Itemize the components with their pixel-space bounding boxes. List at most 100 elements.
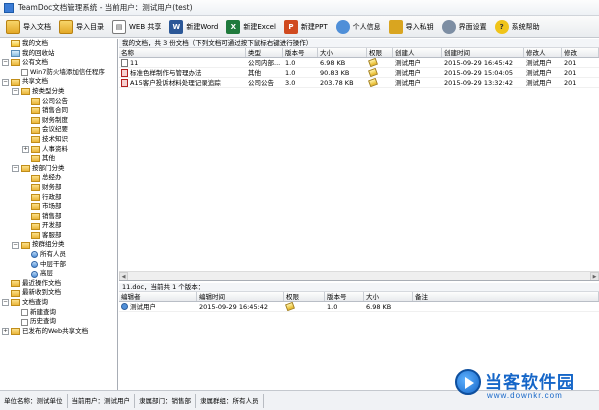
tree-item[interactable]: 总经办 — [0, 173, 117, 183]
column-header[interactable]: 大小 — [318, 48, 367, 57]
column-header[interactable]: 版本号 — [325, 292, 364, 301]
tree-item-label: 技术知识 — [42, 134, 68, 143]
column-header[interactable]: 类型 — [246, 48, 283, 57]
status-group: 隶属群组：所有人员 — [196, 393, 264, 408]
column-header[interactable]: 编辑者 — [119, 292, 197, 301]
folder-icon — [31, 107, 40, 115]
column-header[interactable]: 编辑时间 — [197, 292, 284, 301]
toolbar-button-4[interactable]: X 新建Excel — [224, 18, 278, 36]
word-icon: W — [169, 19, 184, 34]
toolbar-button-9[interactable]: ? 系统帮助 — [493, 18, 542, 36]
title-bar: TeamDoc文档管理系统 - 当前用户：测试用户(test) — [0, 0, 599, 16]
tree-item[interactable]: 所有人员 — [0, 250, 117, 260]
tree-item[interactable]: 会议纪要 — [0, 125, 117, 135]
tree-item[interactable]: 最新收到文档 — [0, 288, 117, 298]
column-header[interactable]: 备注 — [413, 292, 599, 301]
tree-item[interactable]: 财务部 — [0, 183, 117, 193]
tree-item[interactable]: 销售部 — [0, 212, 117, 222]
tree-item[interactable]: − 按群组分类 — [0, 240, 117, 250]
app-logo-icon — [4, 2, 14, 13]
tree-item-label: 其他 — [42, 154, 55, 163]
collapse-icon[interactable]: − — [12, 241, 19, 249]
tree-item[interactable]: + 人事资料 — [0, 145, 117, 155]
toolbar-button-0[interactable]: 导入文档 — [4, 18, 53, 36]
document-list-header: 我的文档，共 3 份文档（下列文档可通过按下鼠标右键进行操作） — [119, 39, 599, 48]
tree-item[interactable]: 新建查询 — [0, 308, 117, 318]
column-header[interactable]: 版本号 — [283, 48, 318, 57]
collapse-icon[interactable]: − — [12, 165, 19, 173]
tree-item[interactable]: − 共享文档 — [0, 77, 117, 87]
toolbar-button-3[interactable]: W 新建Word — [167, 18, 220, 36]
expand-icon[interactable]: + — [2, 328, 9, 336]
cell-text: 201 — [564, 68, 577, 77]
column-header[interactable]: 修改人 — [524, 48, 562, 57]
tree-item[interactable]: Win7防火墙添加信任程序 — [0, 68, 117, 78]
collapse-icon[interactable]: − — [2, 59, 9, 67]
table-cell: 2015-09-29 13:32:42 — [442, 78, 524, 87]
window-title: TeamDoc文档管理系统 - 当前用户：测试用户(test) — [18, 3, 193, 12]
tree-item[interactable]: 高层 — [0, 269, 117, 279]
table-cell: 1.0 — [283, 58, 318, 67]
toolbar-button-2[interactable]: ▤ WEB 共享 — [110, 18, 163, 36]
table-row[interactable]: A15客户投诉材料处理记录追踪 公司公告 3.0 203.78 KB 测试用户 2015-… — [119, 78, 599, 88]
table-row[interactable]: 测试用户 2015-09-29 16:45:42 1.0 6.98 KB — [119, 302, 599, 312]
document-icon — [21, 308, 28, 316]
tree-item[interactable]: − 公有文档 — [0, 58, 117, 68]
folder-icon — [31, 203, 40, 211]
tree-item[interactable]: 我的文档 — [0, 39, 117, 49]
toolbar-button-6[interactable]: 个人信息 — [334, 18, 383, 36]
tree-item[interactable]: 开发部 — [0, 221, 117, 231]
tree-item[interactable]: 中层干部 — [0, 260, 117, 270]
web-share-icon: ▤ — [112, 19, 126, 34]
table-row[interactable]: 标准色样制作与管理办法 其他 1.0 90.83 KB 测试用户 2015-09-29 1… — [119, 68, 599, 78]
document-list[interactable]: 名称 类型 版本号 大小 权限 创建人 创建时间 修改人 修改 11 公司内部... 1.0 6.98… — [119, 48, 599, 281]
column-header[interactable]: 权限 — [284, 292, 325, 301]
tree-item-label: 销售部 — [42, 211, 62, 220]
column-header[interactable]: 名称 — [119, 48, 246, 57]
tree-item[interactable]: + 已发布的Web共享文档 — [0, 327, 117, 337]
tree-item[interactable]: − 按类型分类 — [0, 87, 117, 97]
tree-item[interactable]: 公司公告 — [0, 97, 117, 107]
folder-tree[interactable]: 我的文档 我的回收站 − 公有文档 Win7防火墙添加信任程序 − 共享文档 − 按类型分类 公司… — [0, 39, 118, 390]
toolbar-button-5[interactable]: P 新建PPT — [282, 18, 330, 36]
column-header[interactable]: 创建人 — [393, 48, 442, 57]
settings-icon — [441, 19, 456, 34]
tree-item-label: 行政部 — [42, 192, 62, 201]
column-header[interactable]: 修改 — [562, 48, 599, 57]
tree-item[interactable]: 销售合同 — [0, 106, 117, 116]
collapse-icon[interactable]: − — [12, 88, 19, 96]
tree-item[interactable]: − 按部门分类 — [0, 164, 117, 174]
watermark-brand: 当客软件园 — [485, 373, 575, 393]
tree-item[interactable]: 行政部 — [0, 193, 117, 203]
tree-item[interactable]: 市场部 — [0, 202, 117, 212]
cell-text: 公司内部... — [248, 58, 281, 67]
collapse-icon[interactable]: − — [2, 78, 9, 86]
scroll-left-icon[interactable]: ◀ — [119, 272, 128, 280]
tree-item[interactable]: 我的回收站 — [0, 49, 117, 59]
column-header[interactable]: 创建时间 — [442, 48, 524, 57]
collapse-icon[interactable]: − — [2, 299, 9, 307]
toolbar-button-1[interactable]: 导入目录 — [57, 18, 106, 36]
toolbar-button-7[interactable]: 导入私钥 — [387, 18, 436, 36]
horizontal-scrollbar[interactable]: ◀ ▶ — [119, 271, 599, 280]
tree-item[interactable]: − 文档查询 — [0, 298, 117, 308]
tree-item-label: 我的回收站 — [22, 48, 55, 57]
tree-item-label: 市场部 — [42, 202, 62, 211]
table-cell: 2015-09-29 16:45:42 — [197, 302, 284, 311]
column-header[interactable]: 权限 — [367, 48, 393, 57]
column-header[interactable]: 大小 — [364, 292, 413, 301]
tree-item[interactable]: 历史查询 — [0, 317, 117, 327]
tree-item[interactable]: 财务制度 — [0, 116, 117, 126]
tree-item[interactable]: 最近操作文档 — [0, 279, 117, 289]
table-row[interactable]: 11 公司内部... 1.0 6.98 KB 测试用户 2015-09-29 16:45:… — [119, 58, 599, 68]
expand-icon[interactable]: + — [22, 145, 29, 153]
tree-item-label: 最近操作文档 — [22, 278, 61, 287]
tree-item[interactable]: 其他 — [0, 154, 117, 164]
tree-item[interactable]: 技术知识 — [0, 135, 117, 145]
toolbar-button-8[interactable]: 界面设置 — [440, 18, 489, 36]
scroll-right-icon[interactable]: ▶ — [590, 272, 599, 280]
tree-item-label: 高层 — [40, 269, 53, 278]
